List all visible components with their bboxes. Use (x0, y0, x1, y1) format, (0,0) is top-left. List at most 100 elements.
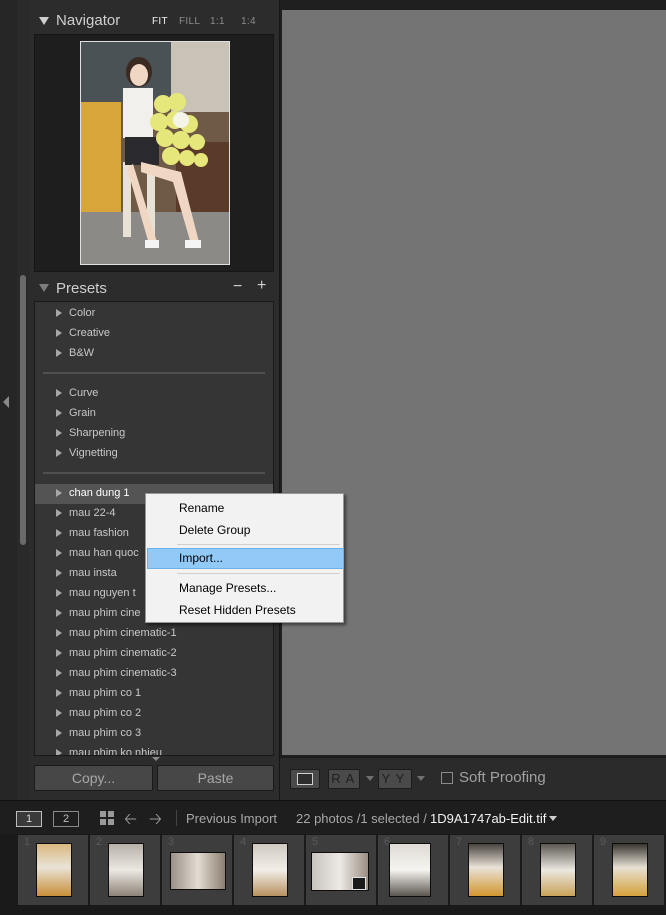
preset-group-divider (43, 372, 265, 374)
cell-number: 1 (24, 836, 31, 848)
paste-settings-button[interactable]: Paste (157, 765, 274, 791)
copy-settings-button[interactable]: Copy... (34, 765, 153, 791)
preset-folder-mau-phim-co-3[interactable]: mau phim co 3 (35, 724, 273, 744)
photo-thumbnail[interactable] (612, 843, 648, 897)
zoom-1-4-option[interactable]: 1:4 (241, 16, 256, 27)
filmstrip-cell[interactable]: 3 (161, 834, 233, 906)
preset-folder-mau-phim-co-1[interactable]: mau phim co 1 (35, 684, 273, 704)
navigator-preview[interactable] (34, 34, 274, 272)
edit-badge-icon (352, 877, 366, 890)
filmstrip-cell[interactable]: 5 (305, 834, 377, 906)
cell-number: 3 (168, 836, 175, 848)
cell-number: 7 (456, 836, 463, 848)
expand-triangle-icon (56, 329, 62, 337)
main-image-view[interactable] (282, 10, 666, 755)
soft-proofing-label[interactable]: Soft Proofing (459, 769, 546, 786)
preset-folder-mau-phim-cinematic-2[interactable]: mau phim cinematic-2 (35, 644, 273, 664)
before-after-top-bottom-button[interactable]: YY (378, 769, 412, 789)
preset-folder-mau-phim-cinematic-1[interactable]: mau phim cinematic-1 (35, 624, 273, 644)
expand-triangle-icon (56, 649, 62, 657)
photo-thumbnail[interactable] (540, 843, 576, 897)
photo-thumbnail[interactable] (468, 843, 504, 897)
before-after-y1-label: Y (381, 771, 391, 786)
preset-folder-curve[interactable]: Curve (35, 384, 273, 404)
before-after-left-right-button[interactable]: RA (328, 769, 360, 789)
filmstrip-cell[interactable]: 4 (233, 834, 305, 906)
collapse-left-arrow-icon[interactable] (3, 396, 9, 408)
loupe-view-button[interactable] (290, 769, 320, 789)
expand-triangle-icon (56, 609, 62, 617)
filmstrip-cell[interactable]: 1 (17, 834, 89, 906)
soft-proofing-checkbox[interactable] (441, 772, 453, 784)
menu-item-import[interactable]: Import... (147, 548, 344, 569)
photo-thumbnail[interactable] (170, 852, 226, 890)
dropdown-arrow-icon[interactable] (417, 776, 425, 781)
filmstrip-divider (176, 810, 177, 826)
preset-folder-mau-phim-co-2[interactable]: mau phim co 2 (35, 704, 273, 724)
photo-thumbnail[interactable] (389, 843, 431, 897)
expand-triangle-icon (56, 689, 62, 697)
grid-view-icon[interactable] (100, 811, 114, 825)
filmstrip: 1 2 3 4 5 6 7 8 9 (0, 834, 666, 915)
secondary-display-button[interactable]: 2 (53, 811, 79, 827)
preset-folder-sharpening[interactable]: Sharpening (35, 424, 273, 444)
expand-triangle-icon (56, 749, 62, 755)
expand-triangle-icon (56, 409, 62, 417)
zoom-1-1-option[interactable]: 1:1 (210, 16, 225, 27)
presets-header[interactable]: Presets − + (29, 277, 279, 300)
presets-title: Presets (56, 280, 107, 297)
grid-cell (108, 811, 114, 817)
menu-separator (177, 544, 340, 545)
loupe-icon (297, 773, 313, 785)
collapse-triangle-icon[interactable] (39, 17, 49, 25)
back-arrow-icon[interactable]: 🡠 (124, 808, 137, 835)
preset-folder-creative[interactable]: Creative (35, 324, 273, 344)
preset-folder-bw[interactable]: B&W (35, 344, 273, 364)
photo-thumbnail[interactable] (36, 843, 72, 897)
expand-triangle-icon (56, 709, 62, 717)
filmstrip-cell[interactable]: 9 (593, 834, 665, 906)
add-preset-button[interactable]: + (257, 277, 266, 295)
cell-number: 2 (96, 836, 103, 848)
menu-item-delete-group[interactable]: Delete Group (147, 520, 342, 540)
navigator-photo[interactable] (80, 41, 230, 265)
photo-thumbnail[interactable] (108, 843, 144, 897)
menu-item-rename[interactable]: Rename (147, 498, 342, 518)
menu-item-reset-hidden-presets[interactable]: Reset Hidden Presets (147, 600, 342, 620)
dropdown-arrow-icon[interactable] (366, 776, 374, 781)
filmstrip-cell[interactable]: 8 (521, 834, 593, 906)
scrollbar-thumb[interactable] (20, 275, 26, 545)
preset-folder-grain[interactable]: Grain (35, 404, 273, 424)
preset-folder-color[interactable]: Color (35, 304, 273, 324)
navigator-title: Navigator (56, 12, 121, 29)
expand-triangle-icon (56, 309, 62, 317)
filmstrip-cell[interactable]: 2 (89, 834, 161, 906)
filmstrip-cell[interactable]: 7 (449, 834, 521, 906)
photo-count-label: 22 photos /1 selected / (296, 811, 427, 826)
preset-context-menu: Rename Delete Group Import... Manage Pre… (145, 493, 344, 623)
forward-arrow-icon[interactable]: 🡢 (149, 808, 162, 835)
photo-thumbnail[interactable] (252, 843, 288, 897)
filmstrip-cell[interactable]: 6 (377, 834, 449, 906)
before-after-a-label: A (345, 771, 355, 786)
navigator-header[interactable]: Navigator FIT FILL 1:1 1:4 (29, 8, 279, 34)
filename-label[interactable]: 1D9A1747ab-Edit.tif (430, 811, 546, 826)
filename-dropdown-icon[interactable] (549, 816, 557, 821)
collapse-triangle-icon[interactable] (39, 284, 49, 292)
preset-folder-mau-phim-ko-nhieu[interactable]: mau phim ko nhieu (35, 744, 273, 755)
remove-preset-button[interactable]: − (233, 278, 242, 296)
expand-triangle-icon (56, 569, 62, 577)
menu-item-manage-presets[interactable]: Manage Presets... (147, 578, 342, 598)
develop-toolbar: RA YY Soft Proofing (280, 757, 666, 801)
source-label[interactable]: Previous Import (186, 811, 277, 826)
expand-triangle-icon (56, 669, 62, 677)
expand-triangle-icon (56, 349, 62, 357)
zoom-fill-option[interactable]: FILL (179, 16, 200, 27)
expand-triangle-icon (56, 509, 62, 517)
primary-display-button[interactable]: 1 (16, 811, 42, 827)
preset-folder-mau-phim-cinematic-3[interactable]: mau phim cinematic-3 (35, 664, 273, 684)
zoom-fit-option[interactable]: FIT (152, 16, 168, 27)
preset-folder-vignetting[interactable]: Vignetting (35, 444, 273, 464)
expand-triangle-icon (56, 449, 62, 457)
grid-cell (108, 819, 114, 825)
